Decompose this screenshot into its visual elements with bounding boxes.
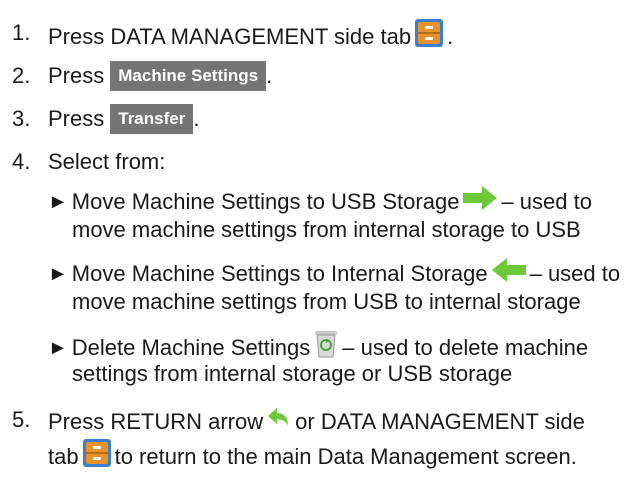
step-number: 3. bbox=[12, 106, 31, 131]
step-text-cont: or DATA MANAGEMENT side bbox=[295, 409, 585, 434]
step-text-cont: to return to the main Data Management sc… bbox=[114, 444, 577, 469]
option-desc: move machine settings from USB to intern… bbox=[72, 289, 581, 314]
step-number: 2. bbox=[12, 63, 31, 88]
step-text: Press bbox=[48, 106, 105, 131]
step-end: . bbox=[266, 63, 273, 88]
transfer-button: Transfer bbox=[110, 104, 194, 134]
step-number: 4. bbox=[12, 149, 31, 174]
step-5-cont: tab to return to the main Data Managemen… bbox=[48, 438, 577, 469]
step-text: Press RETURN arrow bbox=[48, 409, 264, 434]
data-management-drawer-icon bbox=[414, 18, 444, 56]
step-text: tab bbox=[48, 444, 79, 469]
step-text: Press bbox=[48, 63, 105, 88]
option-desc-start: – used to bbox=[501, 189, 592, 214]
bullet-triangle: ► bbox=[48, 191, 68, 213]
return-arrow-icon bbox=[266, 405, 292, 439]
machine-settings-button: Machine Settings bbox=[110, 61, 267, 91]
data-management-drawer-icon bbox=[82, 438, 112, 476]
step-text: Press DATA MANAGEMENT side tab bbox=[48, 24, 412, 49]
arrow-right-green-icon bbox=[462, 185, 498, 219]
option-desc: settings from internal storage or USB st… bbox=[72, 361, 513, 386]
arrow-left-green-icon bbox=[491, 257, 527, 291]
step-text: Select from: bbox=[48, 149, 166, 174]
option-desc-start: – used to bbox=[529, 261, 621, 286]
step-number: 1. bbox=[12, 20, 31, 45]
option-desc: move machine settings from internal stor… bbox=[72, 217, 581, 242]
step-end: . bbox=[447, 24, 454, 49]
bullet-triangle: ► bbox=[48, 337, 68, 359]
bullet-triangle: ► bbox=[48, 263, 68, 285]
option-title: Move Machine Settings to Internal Storag… bbox=[71, 261, 488, 286]
step-number: 5. bbox=[12, 407, 31, 432]
option-move-to-internal: ► Move Machine Settings to Internal Stor… bbox=[48, 257, 620, 287]
step-end: . bbox=[193, 106, 200, 131]
option-delete: ► Delete Machine Settings – used to dele… bbox=[48, 329, 588, 360]
option-title: Move Machine Settings to USB Storage bbox=[71, 189, 460, 214]
option-move-to-usb: ► Move Machine Settings to USB Storage –… bbox=[48, 185, 592, 215]
